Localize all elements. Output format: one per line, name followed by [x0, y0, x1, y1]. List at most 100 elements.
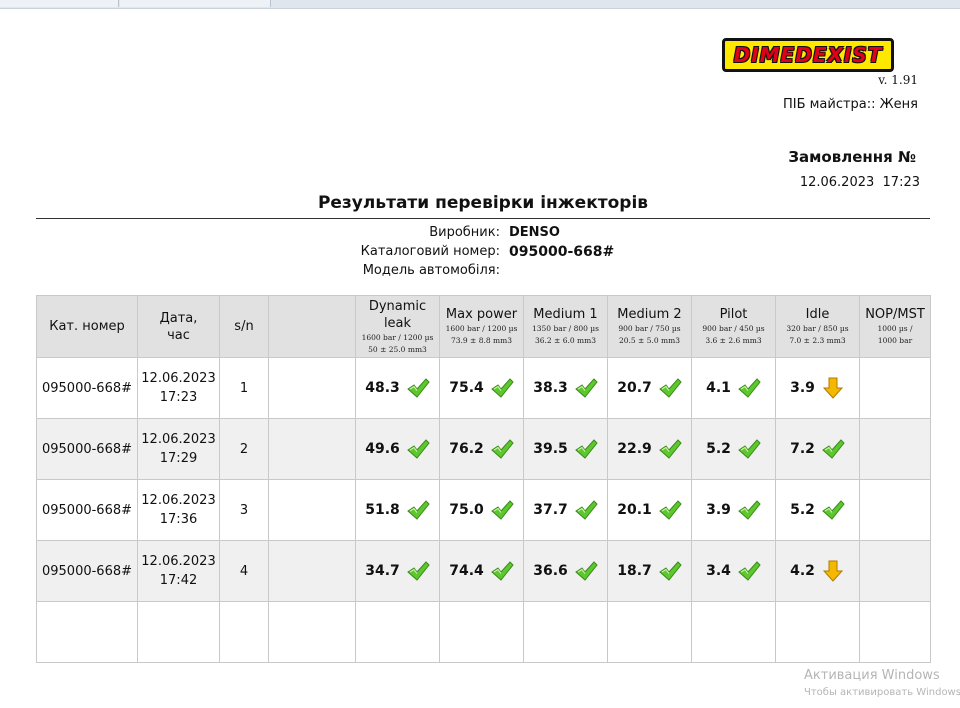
arrow-down-icon	[821, 376, 845, 400]
cell-datetime: 12.06.2023 17:23	[137, 357, 220, 419]
col-header-idle: Idle 320 bar / 850 µs 7.0 ± 2.3 mm3	[775, 295, 860, 358]
catalog-value: 095000-668#	[509, 244, 615, 260]
check-icon	[490, 437, 514, 461]
cell-max-power: 74.4	[439, 540, 524, 602]
measured-value: 49.6	[365, 441, 400, 457]
check-icon	[406, 559, 430, 583]
cell-datetime: 12.06.2023 17:36	[137, 479, 220, 541]
windows-activation-title: Активация Windows	[804, 668, 940, 683]
cell-medium-1: 39.5	[523, 418, 608, 480]
measured-value: 74.4	[449, 563, 484, 579]
cell-cat-number: 095000-668#	[36, 540, 138, 602]
check-icon	[406, 498, 430, 522]
cell-empty	[523, 601, 608, 663]
cell-idle: 4.2	[775, 540, 860, 602]
cell-idle: 7.2	[775, 418, 860, 480]
check-icon	[658, 376, 682, 400]
cell-blank	[268, 418, 356, 480]
version-label: v. 1.91	[878, 73, 918, 87]
col-header-medium-1: Medium 1 1350 bar / 800 µs 36.2 ± 6.0 mm3	[523, 295, 608, 358]
cell-medium-2: 22.9	[607, 418, 692, 480]
model-label: Модель автомобіля:	[362, 263, 500, 278]
col-header-medium-2: Medium 2 900 bar / 750 µs 20.5 ± 5.0 mm3	[607, 295, 692, 358]
check-icon	[406, 376, 430, 400]
cell-empty	[268, 601, 356, 663]
cell-dynamic-leak: 51.8	[355, 479, 440, 541]
cell-dynamic-leak: 48.3	[355, 357, 440, 419]
browser-tab[interactable]	[0, 0, 119, 7]
order-datetime: 12.06.2023 17:23	[800, 175, 920, 190]
cell-sn: 1	[219, 357, 269, 419]
cell-empty	[691, 601, 776, 663]
measured-value: 75.0	[449, 502, 484, 518]
cell-dynamic-leak: 34.7	[355, 540, 440, 602]
cell-dynamic-leak: 49.6	[355, 418, 440, 480]
cell-sn: 3	[219, 479, 269, 541]
cell-max-power: 76.2	[439, 418, 524, 480]
measured-value: 3.9	[706, 502, 731, 518]
cell-sn: 2	[219, 418, 269, 480]
cell-medium-1: 37.7	[523, 479, 608, 541]
measured-value: 4.2	[790, 563, 815, 579]
cell-cat-number: 095000-668#	[36, 479, 138, 541]
cell-cat-number: 095000-668#	[36, 418, 138, 480]
cell-idle: 5.2	[775, 479, 860, 541]
check-icon	[658, 498, 682, 522]
measured-value: 22.9	[617, 441, 652, 457]
cell-pilot: 3.9	[691, 479, 776, 541]
cell-sn: 4	[219, 540, 269, 602]
check-icon	[737, 559, 761, 583]
results-table: Кат. номер Дата, час s/n Dynamic leak 160…	[36, 295, 931, 663]
measured-value: 51.8	[365, 502, 400, 518]
catalog-label: Каталоговий номер:	[360, 244, 500, 259]
measured-value: 39.5	[533, 441, 568, 457]
measured-value: 5.2	[790, 502, 815, 518]
check-icon	[574, 559, 598, 583]
cell-pilot: 3.4	[691, 540, 776, 602]
measured-value: 75.4	[449, 380, 484, 396]
cell-empty	[355, 601, 440, 663]
check-icon	[737, 376, 761, 400]
title-divider	[36, 218, 930, 219]
measured-value: 3.9	[790, 380, 815, 396]
cell-empty	[775, 601, 860, 663]
cell-pilot: 4.1	[691, 357, 776, 419]
cell-pilot: 5.2	[691, 418, 776, 480]
cell-medium-2: 20.7	[607, 357, 692, 419]
report-title: Результати перевірки інжекторів	[317, 193, 649, 213]
table-row: 095000-668# 12.06.2023 17:42 4 34.7 74.4 36.6 1…	[36, 540, 931, 602]
check-icon	[574, 376, 598, 400]
cell-max-power: 75.0	[439, 479, 524, 541]
cell-blank	[268, 357, 356, 419]
cell-medium-1: 38.3	[523, 357, 608, 419]
cell-nop-mst	[859, 479, 931, 541]
check-icon	[490, 498, 514, 522]
manufacturer-value: DENSO	[509, 225, 560, 240]
check-icon	[574, 498, 598, 522]
check-icon	[737, 437, 761, 461]
check-icon	[821, 498, 845, 522]
measured-value: 18.7	[617, 563, 652, 579]
measured-value: 7.2	[790, 441, 815, 457]
cell-empty	[439, 601, 524, 663]
check-icon	[574, 437, 598, 461]
col-header-sn: s/n	[219, 295, 269, 358]
master-name: ПІБ майстра:: Женя	[782, 97, 918, 112]
table-row-empty	[36, 601, 931, 663]
col-header-cat: Кат. номер	[36, 295, 138, 358]
check-icon	[658, 437, 682, 461]
col-header-dynamic-leak: Dynamic leak 1600 bar / 1200 µs 50 ± 25.0…	[355, 295, 440, 358]
measured-value: 20.7	[617, 380, 652, 396]
order-time: 17:23	[882, 175, 920, 190]
cell-datetime: 12.06.2023 17:42	[137, 540, 220, 602]
measured-value: 36.6	[533, 563, 568, 579]
measured-value: 5.2	[706, 441, 731, 457]
col-header-nop-mst: NOP/MST 1000 µs /1000 bar	[859, 295, 931, 358]
cell-empty	[137, 601, 220, 663]
col-header-max-power: Max power 1600 bar / 1200 µs 73.9 ± 8.8 m…	[439, 295, 524, 358]
measured-value: 20.1	[617, 502, 652, 518]
cell-empty	[219, 601, 269, 663]
browser-tab[interactable]	[120, 0, 271, 7]
check-icon	[490, 559, 514, 583]
results-body: 095000-668# 12.06.2023 17:23 1 48.3 75.4 38.3 2…	[36, 357, 931, 663]
